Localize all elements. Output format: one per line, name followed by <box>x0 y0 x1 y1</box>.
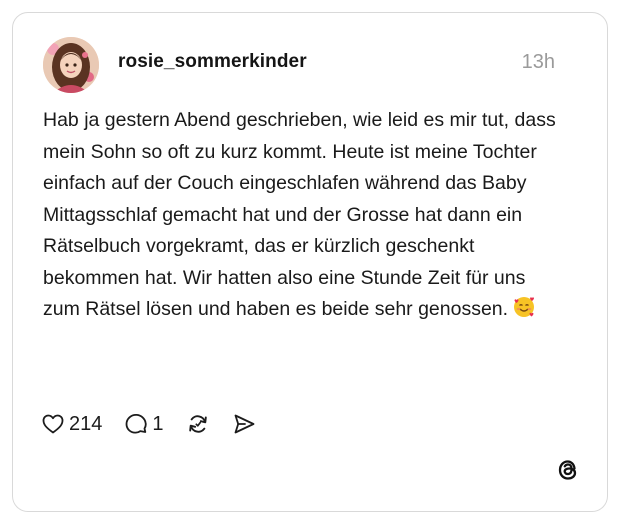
reply-count: 1 <box>152 412 164 435</box>
username[interactable]: rosie_sommerkinder <box>118 51 307 73</box>
post-card: rosie_sommerkinder 13h Hab ja gestern Ab… <box>12 12 608 512</box>
comment-icon <box>125 413 148 434</box>
post-timestamp: 13h <box>521 51 555 73</box>
send-icon <box>234 414 254 434</box>
reply-button[interactable]: 1 <box>124 412 164 436</box>
threads-logo-icon[interactable] <box>555 457 581 483</box>
share-button[interactable] <box>232 412 256 436</box>
repost-button[interactable] <box>186 412 210 436</box>
post-text: Hab ja gestern Abend geschrieben, wie le… <box>43 109 556 320</box>
avatar-image <box>43 37 99 93</box>
avatar[interactable] <box>43 37 99 93</box>
post-body: Hab ja gestern Abend geschrieben, wie le… <box>43 105 563 326</box>
repost-icon <box>188 415 207 433</box>
like-count: 214 <box>69 412 103 435</box>
smiling-face-with-hearts-icon <box>514 297 535 317</box>
like-button[interactable]: 214 <box>41 412 102 436</box>
heart-icon <box>42 414 64 434</box>
action-bar: 214 1 <box>41 409 278 439</box>
